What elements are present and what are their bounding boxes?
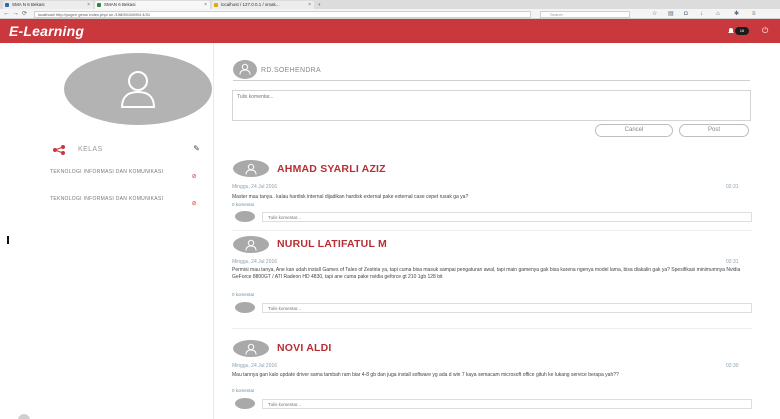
floating-avatar[interactable] [18,414,30,419]
post-time: 02:31 [726,259,739,265]
post-avatar [233,340,269,357]
post-separator [232,328,752,329]
post-date: Minggu, 24 Jul 2016 [232,363,278,369]
post-time: 02:30 [726,363,739,369]
menu-icon[interactable]: ≡ [752,10,756,18]
comment-input[interactable] [262,303,752,313]
user-icon [245,163,257,175]
text-cursor [7,236,9,244]
app-brand[interactable]: E-Learning [9,23,84,39]
class-item[interactable]: TEKNOLOGI INFORMASI DAN KOMUNIKASI ⊘ [50,169,200,180]
close-icon[interactable]: × [308,1,311,9]
user-icon [245,343,257,355]
post-body: Permisi mau tanya, Ane kan udah install … [232,267,741,280]
post-avatar [233,160,269,177]
commenter-avatar [235,398,255,409]
post-author[interactable]: AHMAD SYARLI AZIZ [277,163,386,175]
composer-avatar [233,60,257,79]
post-avatar [233,236,269,253]
home-icon[interactable]: ⌂ [716,10,720,18]
comment-count[interactable]: 0 komentar [232,388,255,393]
comment-count[interactable]: 0 komentar [232,292,255,297]
pocket-icon[interactable]: ◘ [684,10,688,18]
post-separator [232,230,752,231]
commenter-avatar [235,302,255,313]
kelas-label: KELAS [78,146,103,153]
class-item-label: TEKNOLOGI INFORMASI DAN KOMUNIKASI [50,196,164,202]
post-textarea[interactable] [232,90,751,121]
browser-tab-2[interactable]: SMAN 6 Bekasi × [95,1,210,9]
app-header: E-Learning 16 ⏻ [0,19,780,43]
user-icon [120,71,156,108]
tab-title: SMA N 6 Bekasi [12,2,45,7]
user-icon [239,63,251,75]
class-item[interactable]: TEKNOLOGI INFORMASI DAN KOMUNIKASI ⊘ [50,196,200,207]
remove-icon[interactable]: ⊘ [192,201,197,208]
sidebar-divider [213,43,214,419]
browser-search-input[interactable]: Search [540,10,630,18]
profile-avatar[interactable] [64,53,212,125]
tab-title: localhost / 127.0.0.1 / smak... [221,2,280,7]
address-bar[interactable]: localhost/ http://yoger/ geno/ index.php… [34,10,531,18]
post-date: Minggu, 24 Jul 2016 [232,259,278,265]
tab-favicon-icon [5,3,9,7]
browser-tab-bar: SMA N 6 Bekasi × SMAN 6 Bekasi × localho… [0,0,780,9]
new-tab-button[interactable]: + [316,1,326,9]
comment-input[interactable] [262,399,752,409]
comment-count[interactable]: 0 komentar [232,202,255,207]
class-item-label: TEKNOLOGI INFORMASI DAN KOMUNIKASI [50,169,164,175]
bookmark-icon[interactable]: ▤ [668,10,674,18]
post-button[interactable]: Post [679,124,749,137]
post-time: 02:31 [726,184,739,190]
back-icon[interactable]: ← [3,10,10,18]
post-author[interactable]: NURUL LATIFATUL M [277,238,387,250]
tab-favicon-icon [97,3,101,7]
forward-icon[interactable]: → [12,10,19,18]
comment-input[interactable] [262,212,752,222]
star-icon[interactable]: ☆ [652,10,657,18]
share-icon [53,145,65,155]
post-body: Master mau tanya.. kalau hardisk interna… [232,194,469,200]
browser-tab-3[interactable]: localhost / 127.0.0.1 / smak... × [212,1,314,9]
power-icon[interactable]: ⏻ [762,26,772,36]
browser-tab-1[interactable]: SMA N 6 Bekasi × [3,1,93,9]
download-icon[interactable]: ↓ [700,10,703,18]
post-author[interactable]: NOVI ALDI [277,342,332,354]
kelas-header: KELAS ✎ [50,142,200,156]
tab-favicon-icon [214,3,218,7]
close-icon[interactable]: × [87,1,90,9]
browser-toolbar: ← → ⟳ localhost/ http://yoger/ geno/ ind… [0,9,780,19]
remove-icon[interactable]: ⊘ [192,174,197,181]
pencil-icon[interactable]: ✎ [193,144,200,153]
composer-divider [233,80,750,81]
commenter-avatar [235,211,255,222]
cancel-button[interactable]: Cancel [595,124,673,137]
post-date: Minggu, 24 Jul 2016 [232,184,278,190]
user-icon [245,239,257,251]
settings-icon[interactable]: ✱ [734,10,739,18]
reload-icon[interactable]: ⟳ [22,10,27,18]
composer-user-name: RD.SOEHENDRA [261,67,321,74]
close-icon[interactable]: × [204,1,207,9]
post-body: Mau tannya gan kalo update driver sama t… [232,372,619,378]
notification-badge[interactable]: 16 [735,27,749,35]
tab-title: SMAN 6 Bekasi [104,2,136,7]
